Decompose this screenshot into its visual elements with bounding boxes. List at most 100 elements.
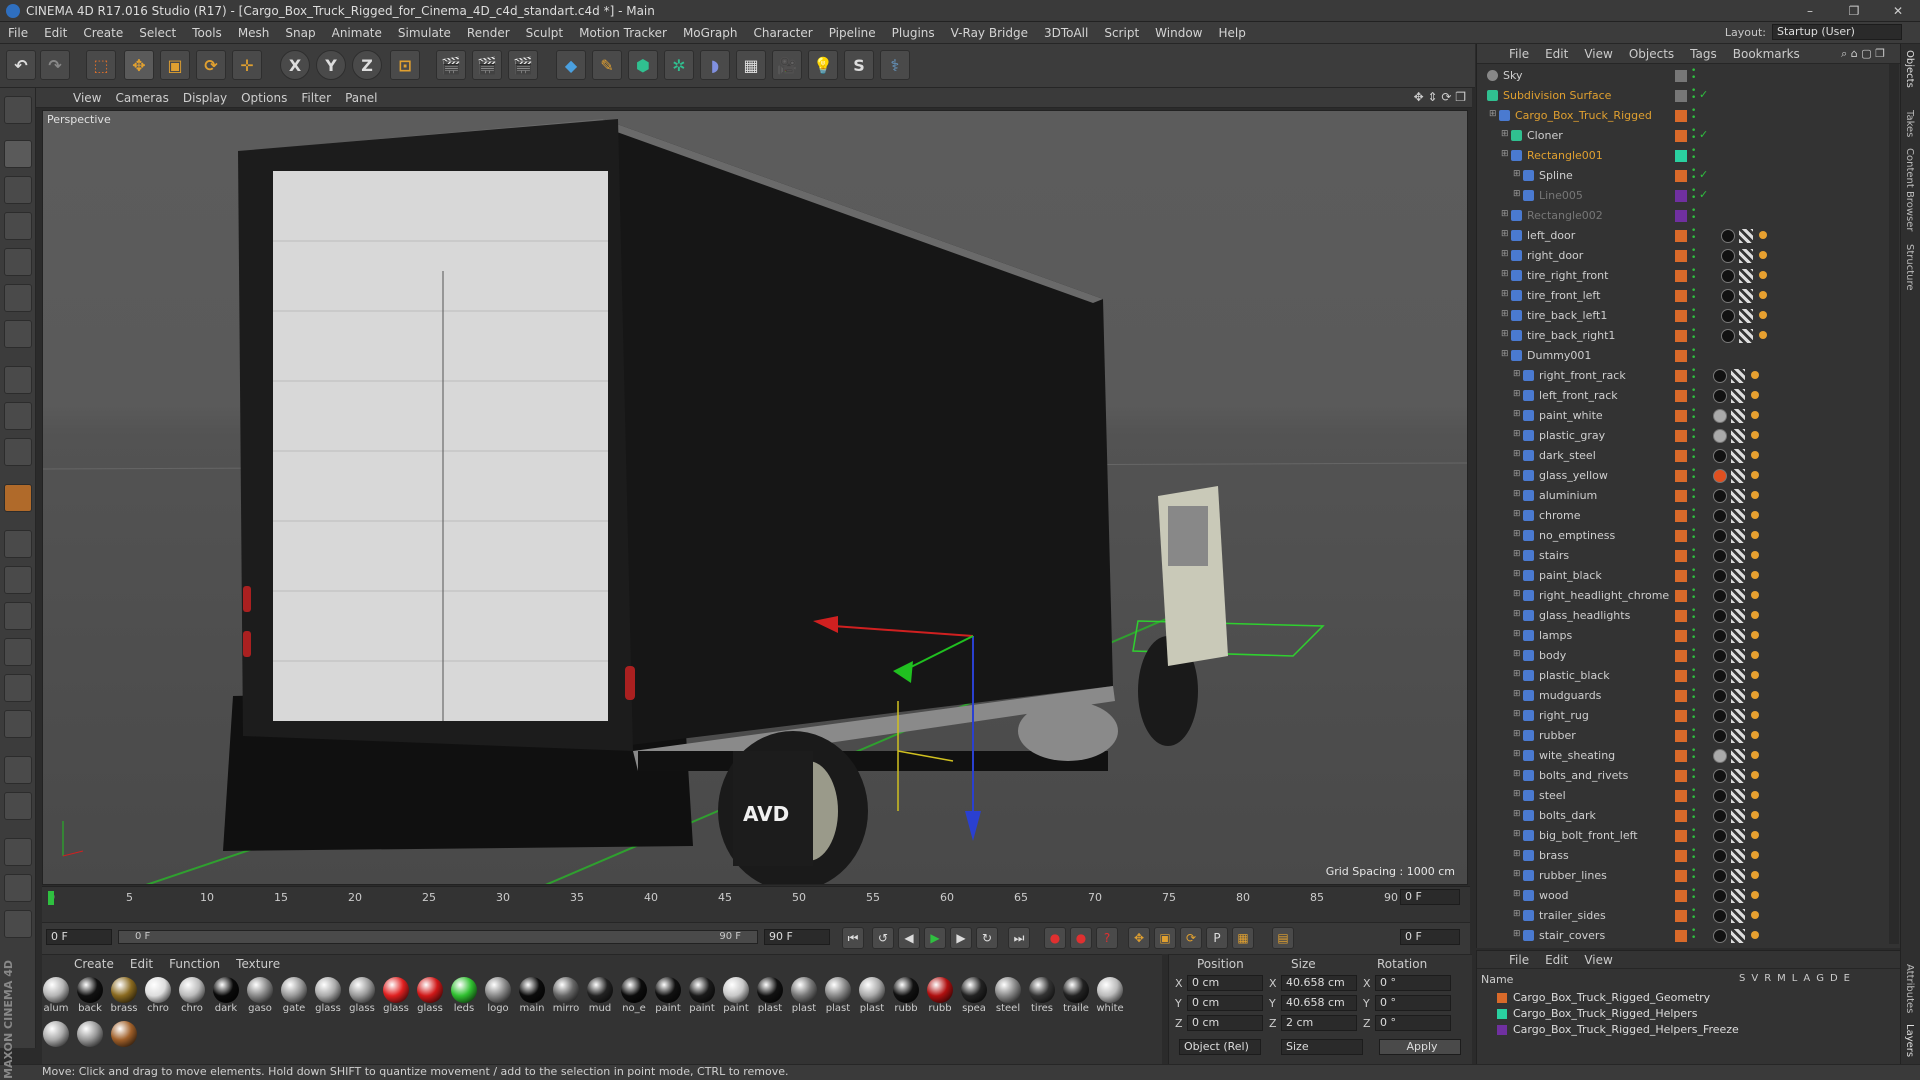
expand-toggle-icon[interactable]: ⊞: [1513, 529, 1521, 539]
menu-select[interactable]: Select: [131, 26, 184, 40]
layer-color-swatch[interactable]: [1675, 270, 1687, 282]
menu-character[interactable]: Character: [745, 26, 820, 40]
viewport-navigation-icon[interactable]: ✥ ⇕ ⟳ ❐: [1414, 90, 1466, 104]
play-icon[interactable]: ▶: [924, 927, 946, 949]
object-row[interactable]: Sky • •: [1477, 66, 1889, 86]
next-frame-icon[interactable]: ▶: [950, 927, 972, 949]
material-swatch[interactable]: chro: [178, 977, 206, 1017]
expand-toggle-icon[interactable]: ⊞: [1513, 629, 1521, 639]
material-tag-icon[interactable]: [1721, 269, 1735, 283]
selection-tag-icon[interactable]: [1759, 291, 1767, 299]
undo-icon[interactable]: ↶: [6, 50, 36, 80]
visibility-dots-icon[interactable]: • •: [1691, 807, 1696, 823]
object-row[interactable]: ⊞ glass_headlights • •: [1477, 606, 1889, 626]
layout-select[interactable]: Startup (User): [1772, 24, 1902, 40]
object-row[interactable]: ⊞ lamps • •: [1477, 626, 1889, 646]
selection-tag-icon[interactable]: [1751, 431, 1759, 439]
texture-tag-icon[interactable]: [1731, 569, 1745, 583]
layer-color-swatch[interactable]: [1675, 710, 1687, 722]
vray-icon[interactable]: S: [844, 50, 874, 80]
object-menu-tags[interactable]: Tags: [1682, 47, 1725, 61]
layer-color-swatch[interactable]: [1675, 390, 1687, 402]
visibility-dots-icon[interactable]: • •: [1691, 447, 1696, 463]
texture-tag-icon[interactable]: [1731, 909, 1745, 923]
render-view-icon[interactable]: 🎬: [436, 50, 466, 80]
expand-toggle-icon[interactable]: ⊞: [1513, 609, 1521, 619]
object-row[interactable]: Subdivision Surface • • ✓: [1477, 86, 1889, 106]
object-row[interactable]: ⊞ Line005 • • ✓: [1477, 186, 1889, 206]
selection-tag-icon[interactable]: [1759, 231, 1767, 239]
object-row[interactable]: ⊞ stairs • •: [1477, 546, 1889, 566]
smooth-icon[interactable]: [4, 674, 32, 702]
material-swatch[interactable]: plast: [756, 977, 784, 1017]
expand-toggle-icon[interactable]: ⊞: [1513, 649, 1521, 659]
visibility-dots-icon[interactable]: • •: [1691, 527, 1696, 543]
material-tag-icon[interactable]: [1713, 729, 1727, 743]
expand-toggle-icon[interactable]: ⊞: [1513, 829, 1521, 839]
object-row[interactable]: ⊞ no_emptiness • •: [1477, 526, 1889, 546]
material-tag-icon[interactable]: [1713, 829, 1727, 843]
material-tag-icon[interactable]: [1713, 669, 1727, 683]
visibility-dots-icon[interactable]: • •: [1691, 347, 1696, 363]
rotate-tool-icon[interactable]: ⟳: [196, 50, 226, 80]
visibility-dots-icon[interactable]: • •: [1691, 367, 1696, 383]
texture-tag-icon[interactable]: [1731, 789, 1745, 803]
visibility-dots-icon[interactable]: • •: [1691, 87, 1696, 103]
frame-ruler[interactable]: 0 5 10 15 20 25 30 35 40 45 50 55 60 65 …: [48, 889, 1458, 905]
texture-tag-icon[interactable]: [1731, 549, 1745, 563]
layer-color-swatch[interactable]: [1675, 310, 1687, 322]
layer-color-swatch[interactable]: [1675, 650, 1687, 662]
layer-color-swatch[interactable]: [1675, 750, 1687, 762]
viewport-menu-filter[interactable]: Filter: [294, 91, 338, 105]
material-tag-icon[interactable]: [1713, 549, 1727, 563]
visibility-dots-icon[interactable]: • •: [1691, 727, 1696, 743]
visibility-dots-icon[interactable]: • •: [1691, 607, 1696, 623]
visibility-dots-icon[interactable]: • •: [1691, 547, 1696, 563]
next-key-icon[interactable]: ↻: [976, 927, 998, 949]
paint-icon[interactable]: [4, 638, 32, 666]
menu-3dtoall[interactable]: 3DToAll: [1036, 26, 1096, 40]
size-y-field[interactable]: 40.658 cm: [1281, 995, 1357, 1011]
material-swatch[interactable]: back: [76, 977, 104, 1017]
key-pla-icon[interactable]: ▦: [1232, 927, 1254, 949]
material-swatch[interactable]: spea: [960, 977, 988, 1017]
deformer-icon[interactable]: ◗: [700, 50, 730, 80]
size-z-field[interactable]: 2 cm: [1281, 1015, 1357, 1031]
texture-tag-icon[interactable]: [1731, 749, 1745, 763]
object-row[interactable]: ⊞ glass_yellow • •: [1477, 466, 1889, 486]
material-swatch[interactable]: main: [518, 977, 546, 1017]
spline-pen-icon[interactable]: ✎: [592, 50, 622, 80]
menu-vray-bridge[interactable]: V-Ray Bridge: [943, 26, 1036, 40]
texture-tag-icon[interactable]: [1739, 309, 1753, 323]
record-icon[interactable]: ●: [1044, 927, 1066, 949]
material-tag-icon[interactable]: [1713, 629, 1727, 643]
layer-color-swatch[interactable]: [1675, 570, 1687, 582]
sculpt-brush-icon[interactable]: [4, 602, 32, 630]
light-icon[interactable]: 💡: [808, 50, 838, 80]
selection-tag-icon[interactable]: [1759, 251, 1767, 259]
selection-tag-icon[interactable]: [1751, 771, 1759, 779]
layer-color-swatch[interactable]: [1675, 770, 1687, 782]
selection-tag-icon[interactable]: [1751, 791, 1759, 799]
selection-tag-icon[interactable]: [1751, 391, 1759, 399]
viewport-menu-display[interactable]: Display: [176, 91, 234, 105]
object-row[interactable]: ⊞ wite_sheating • •: [1477, 746, 1889, 766]
layer-color-swatch[interactable]: [1675, 110, 1687, 122]
enabled-check-icon[interactable]: ✓: [1699, 188, 1708, 201]
menu-simulate[interactable]: Simulate: [390, 26, 459, 40]
layer-color-swatch[interactable]: [1675, 350, 1687, 362]
object-row[interactable]: ⊞ Rectangle001 • •: [1477, 146, 1889, 166]
material-tag-icon[interactable]: [1713, 809, 1727, 823]
texture-tag-icon[interactable]: [1731, 769, 1745, 783]
layer-color-swatch[interactable]: [1675, 410, 1687, 422]
visibility-dots-icon[interactable]: • •: [1691, 287, 1696, 303]
object-row[interactable]: ⊞ paint_white • •: [1477, 406, 1889, 426]
texture-tag-icon[interactable]: [1731, 889, 1745, 903]
layer-color-swatch[interactable]: [1675, 130, 1687, 142]
texture-tag-icon[interactable]: [1731, 649, 1745, 663]
keyframe-selection-icon[interactable]: ?: [1096, 927, 1118, 949]
expand-toggle-icon[interactable]: ⊞: [1513, 929, 1521, 939]
visibility-dots-icon[interactable]: • •: [1691, 227, 1696, 243]
menu-file[interactable]: File: [0, 26, 36, 40]
object-row[interactable]: ⊞ tire_right_front • •: [1477, 266, 1889, 286]
